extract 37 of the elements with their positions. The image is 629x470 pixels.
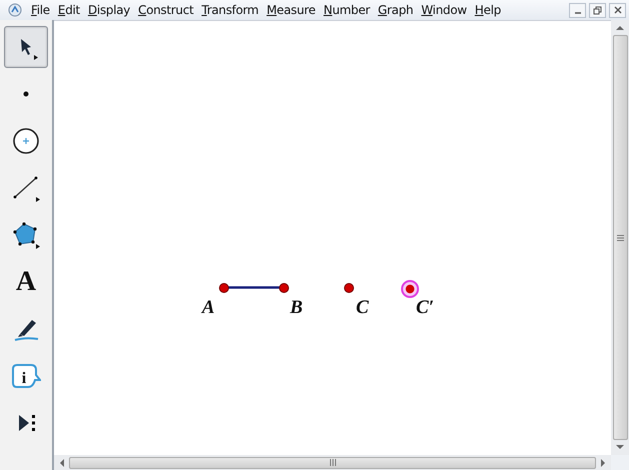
scroll-left-icon[interactable] xyxy=(59,458,65,466)
sketch-canvas[interactable]: A B C C′ xyxy=(54,20,611,455)
menu-item[interactable]: Display xyxy=(84,3,134,17)
menu-item[interactable]: Transform xyxy=(198,3,263,17)
info-bubble-icon: i xyxy=(11,362,41,390)
menu-item[interactable]: Edit xyxy=(54,3,84,17)
point-dot[interactable] xyxy=(344,283,354,293)
dot-icon xyxy=(23,91,29,97)
pentagon-icon xyxy=(12,221,40,249)
minimize-button[interactable] xyxy=(569,2,586,18)
scroll-down-icon[interactable] xyxy=(616,444,624,450)
restore-button[interactable] xyxy=(589,2,606,18)
app-logo-icon xyxy=(8,3,22,17)
menu-item[interactable]: Window xyxy=(417,3,471,17)
point-label: A xyxy=(202,297,215,319)
point-dot[interactable] xyxy=(401,280,419,298)
scroll-up-icon[interactable] xyxy=(616,25,624,31)
line-segment-icon xyxy=(12,174,40,202)
menu-item[interactable]: Help xyxy=(470,3,505,17)
point-dot[interactable] xyxy=(279,283,289,293)
info-tool[interactable]: i xyxy=(4,355,48,397)
point-label: C xyxy=(356,297,369,319)
close-icon xyxy=(614,6,622,14)
restore-icon xyxy=(593,6,602,14)
menu-item[interactable]: Measure xyxy=(262,3,320,17)
arrow-tool[interactable] xyxy=(4,26,48,68)
menu-item[interactable]: Number xyxy=(320,3,374,17)
text-tool[interactable]: A xyxy=(4,261,48,303)
point-label: C′ xyxy=(416,297,434,319)
circle-icon xyxy=(12,127,40,155)
scroll-right-icon[interactable] xyxy=(600,458,606,466)
menu-item[interactable]: File xyxy=(27,3,54,17)
menu-item[interactable]: Graph xyxy=(374,3,418,17)
point-label: B xyxy=(290,297,303,319)
menu-item[interactable]: Construct xyxy=(134,3,198,17)
close-button[interactable] xyxy=(609,2,626,18)
point-dot[interactable] xyxy=(219,283,229,293)
